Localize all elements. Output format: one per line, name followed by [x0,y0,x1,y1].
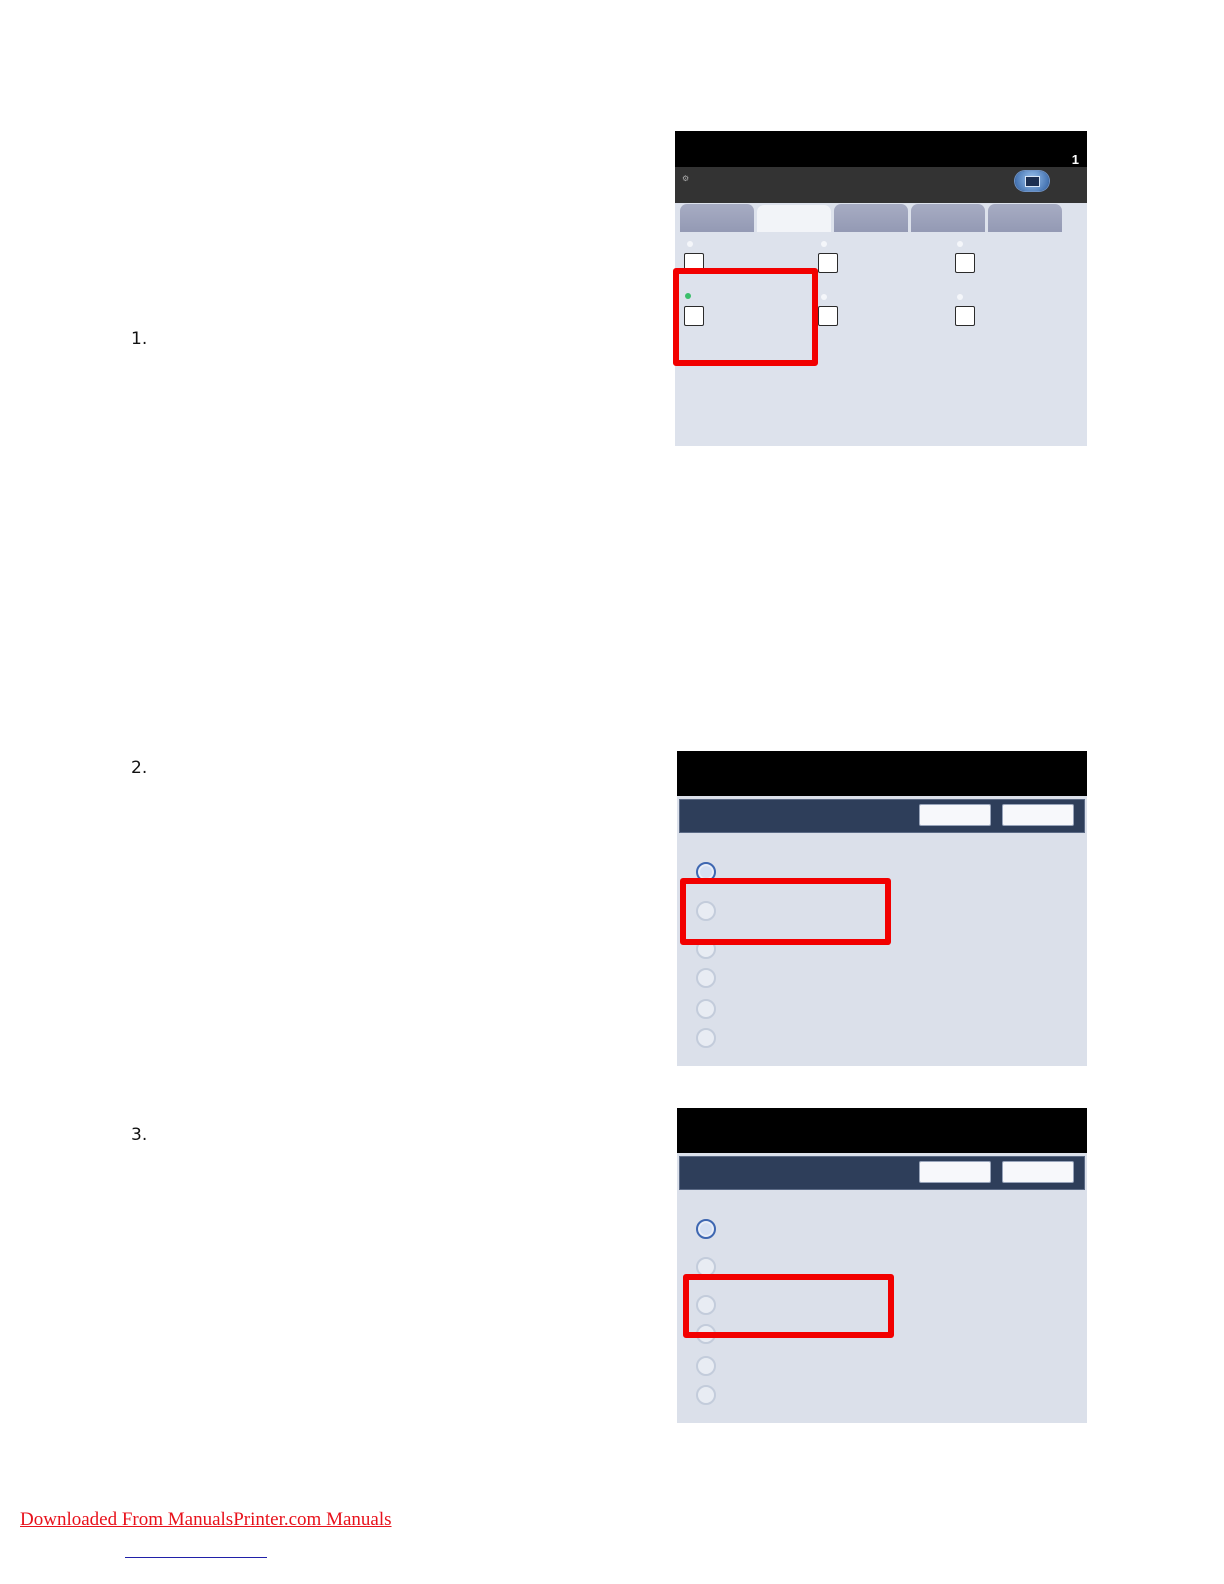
tab-5[interactable] [988,204,1062,234]
screen-title-bar [677,1108,1087,1153]
footer-divider [125,1557,267,1558]
highlight-box-2 [680,878,891,945]
copy-count: 1 [1071,152,1079,167]
feature-indicator [821,294,827,300]
tab-1[interactable] [680,204,754,234]
tab-2[interactable] [757,205,831,234]
step-number-1: 1. [131,329,148,349]
save-button[interactable] [1002,804,1074,826]
feature-checkbox-2[interactable] [818,253,838,273]
save-button[interactable] [1002,1161,1074,1183]
feature-checkbox-6[interactable] [955,306,975,326]
job-status-icon[interactable] [1015,171,1049,191]
status-bar: ⚙ [675,167,1087,203]
action-bar [679,799,1085,833]
feature-indicator [687,241,693,247]
action-bar [679,1156,1085,1190]
option-radio-6[interactable] [696,1385,716,1405]
step-number-2: 2. [131,758,148,778]
option-radio-1[interactable] [696,1219,716,1239]
option-radio-4[interactable] [696,968,716,988]
option-radio-5[interactable] [696,999,716,1019]
highlight-box-1 [673,268,818,366]
feature-indicator [957,294,963,300]
cancel-button[interactable] [919,1161,991,1183]
cancel-button[interactable] [919,804,991,826]
options-screen-3 [677,1108,1087,1423]
feature-checkbox-3[interactable] [955,253,975,273]
option-radio-6[interactable] [696,1028,716,1048]
screen-title-bar: 1 [675,131,1087,167]
screen-title-bar [677,751,1087,796]
feature-checkbox-5[interactable] [818,306,838,326]
download-source-link[interactable]: Downloaded From ManualsPrinter.com Manua… [20,1509,392,1531]
feature-indicator [821,241,827,247]
highlight-box-3 [683,1274,894,1338]
tab-4[interactable] [911,204,985,234]
tab-3[interactable] [834,204,908,234]
status-indicator-icon: ⚙ [682,174,690,183]
step-number-3: 3. [131,1125,148,1145]
option-radio-5[interactable] [696,1356,716,1376]
feature-indicator [957,241,963,247]
